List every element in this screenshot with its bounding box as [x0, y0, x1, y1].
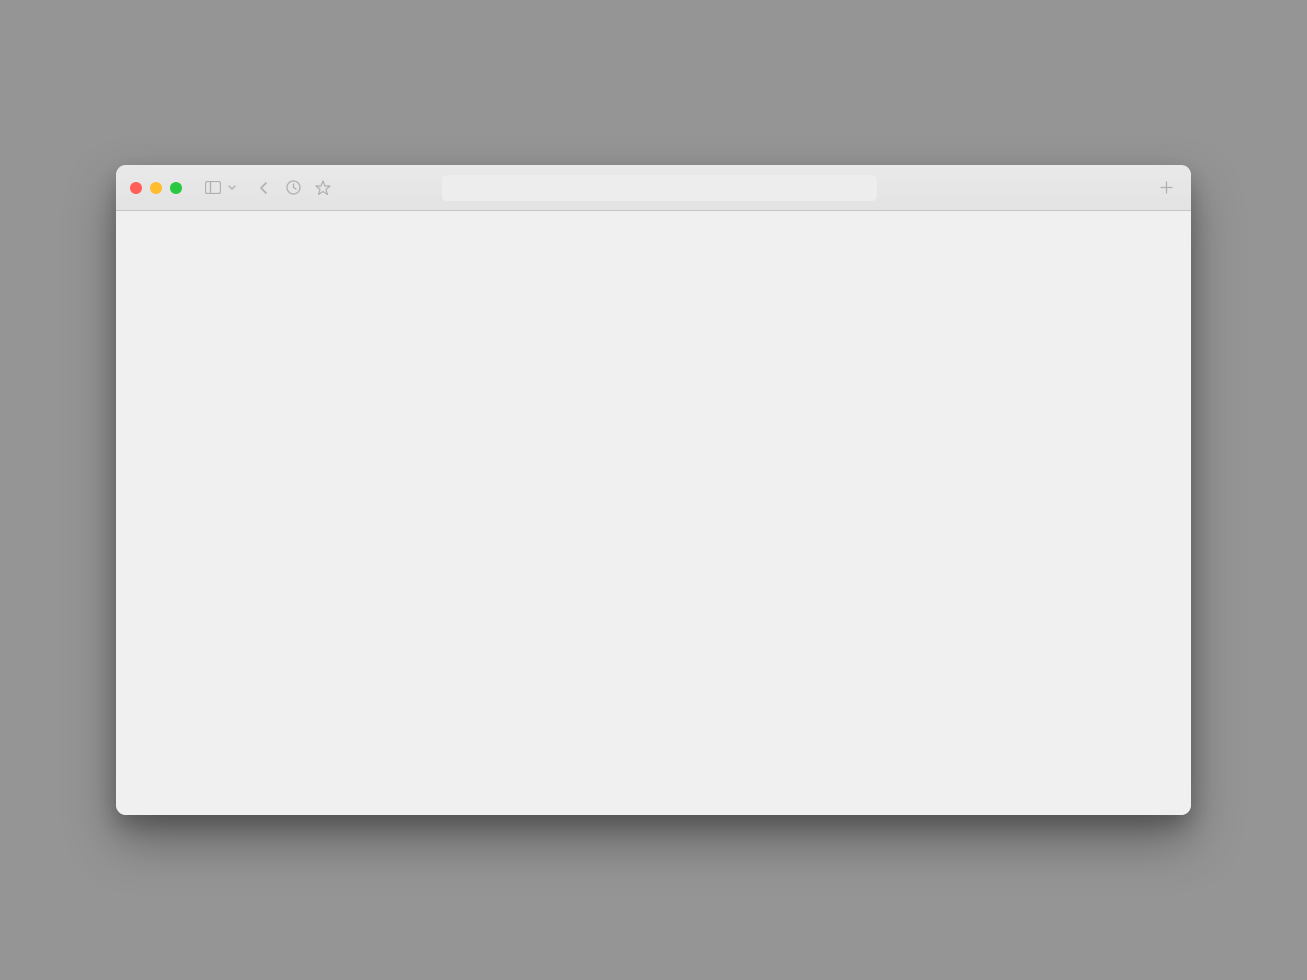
sidebar-dropdown-button[interactable] [226, 177, 238, 199]
sidebar-toggle-group [202, 177, 238, 199]
minimize-button[interactable] [150, 182, 162, 194]
chevron-left-icon [259, 181, 268, 195]
sidebar-toggle-button[interactable] [202, 177, 224, 199]
close-button[interactable] [130, 182, 142, 194]
page-content [116, 211, 1191, 815]
back-button[interactable] [252, 177, 274, 199]
star-icon [315, 180, 331, 195]
history-button[interactable] [282, 177, 304, 199]
sidebar-icon [205, 181, 221, 194]
toolbar [116, 165, 1191, 211]
new-tab-button[interactable] [1155, 177, 1177, 199]
address-bar[interactable] [442, 175, 877, 201]
browser-window [116, 165, 1191, 815]
plus-icon [1160, 181, 1173, 194]
maximize-button[interactable] [170, 182, 182, 194]
traffic-lights [130, 182, 182, 194]
favorites-button[interactable] [312, 177, 334, 199]
clock-icon [286, 180, 301, 195]
chevron-down-icon [228, 185, 236, 190]
